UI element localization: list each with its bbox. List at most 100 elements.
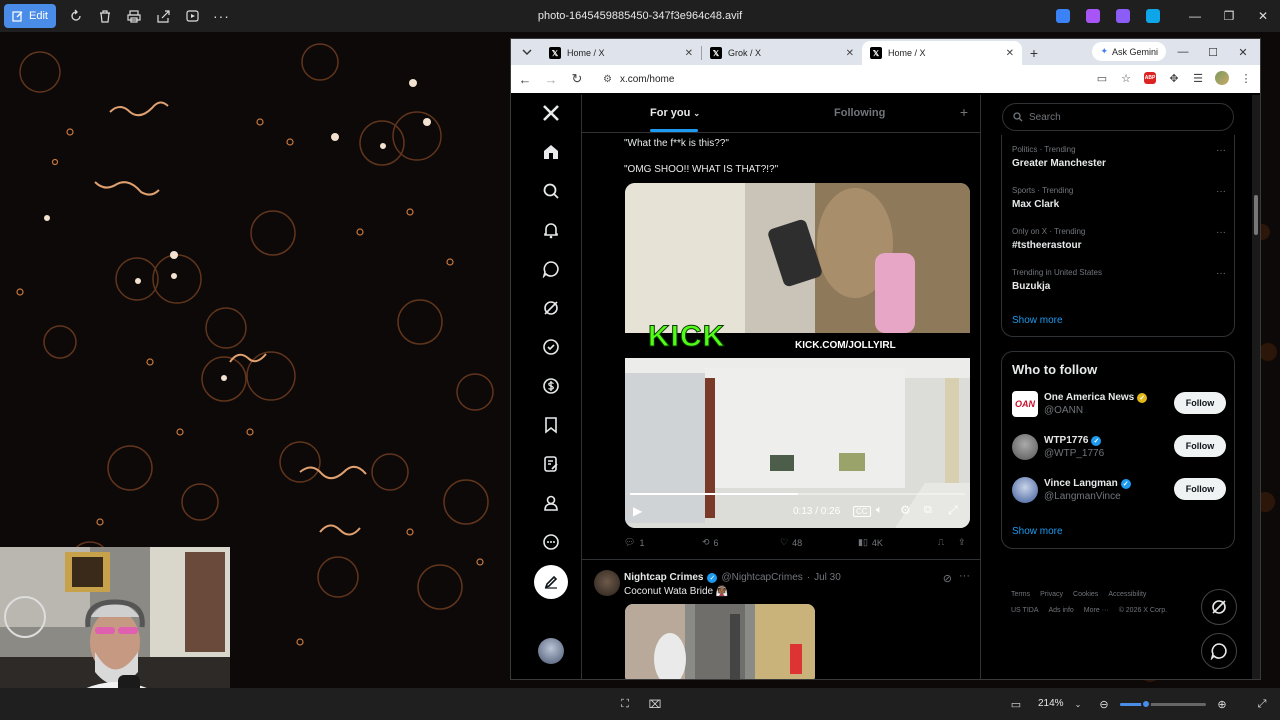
footer-link[interactable]: More ··· — [1084, 607, 1109, 614]
more-icon[interactable]: ··· — [1216, 145, 1226, 156]
nav-notifications[interactable] — [535, 214, 567, 246]
settings-button[interactable]: ⚙ — [900, 503, 911, 517]
scrollbar-thumb[interactable] — [1254, 195, 1258, 235]
address-bar[interactable]: ⚙ x.com/home — [595, 68, 1065, 90]
tab-close-icon[interactable]: ✕ — [685, 48, 693, 59]
nav-profile[interactable] — [535, 487, 567, 519]
trend-item[interactable]: Politics · Trending Greater Manchester ·… — [1012, 145, 1226, 169]
bookmark-button[interactable]: ⎍ — [938, 537, 944, 548]
account-avatar[interactable]: OAN — [1012, 391, 1038, 417]
zoom-level[interactable]: 214% — [1038, 698, 1064, 709]
x-logo-link[interactable] — [535, 97, 567, 129]
browser-close-button[interactable]: ✕ — [1228, 39, 1258, 65]
nav-communities[interactable] — [535, 331, 567, 363]
volume-button[interactable]: 🔈︎ — [876, 504, 883, 517]
fit-to-window-button[interactable]: ⛶ — [617, 696, 633, 712]
zoom-slider[interactable] — [1120, 699, 1206, 709]
minimize-button[interactable]: — — [1178, 0, 1212, 32]
footer-link[interactable]: Privacy — [1040, 591, 1063, 598]
more-icon[interactable]: ··· — [1216, 186, 1226, 197]
play-button[interactable]: ▶ — [633, 504, 642, 518]
tweet-author-avatar[interactable] — [594, 570, 620, 596]
bookmark-star-button[interactable]: ☆ — [1116, 67, 1136, 89]
follow-button[interactable]: Follow — [1174, 478, 1226, 500]
follow-suggestion[interactable]: OAN One America News ✓ @OANN Follow — [1012, 390, 1226, 420]
grok-icon[interactable]: ⊘ — [943, 572, 952, 585]
add-tab-button[interactable]: + — [960, 104, 968, 120]
follow-button[interactable]: Follow — [1174, 392, 1226, 414]
footer-link[interactable]: US TIDA — [1011, 607, 1039, 614]
tweet-image[interactable] — [625, 604, 815, 679]
account-avatar[interactable] — [538, 638, 564, 664]
messages-floating-button[interactable] — [1201, 633, 1237, 669]
cast-button[interactable]: ▭ — [1092, 67, 1112, 89]
footer-link[interactable]: Accessibility — [1108, 591, 1146, 598]
app-tray-icon-3[interactable] — [1116, 9, 1130, 23]
more-icon[interactable]: ··· — [1216, 268, 1226, 279]
tab-for-you[interactable]: For you ⌄ — [650, 107, 700, 119]
follow-button[interactable]: Follow — [1174, 435, 1226, 457]
tweet-video[interactable]: KICK KICK.COM/JOLLYIRL ▶ 0:13 / 0:26 CC … — [625, 183, 970, 528]
like-button[interactable]: ♡ 48 — [780, 537, 802, 548]
rotate-button[interactable] — [62, 4, 91, 28]
close-button[interactable]: ✕ — [1246, 0, 1280, 32]
trend-item[interactable]: Trending in United States Buzukja ··· — [1012, 268, 1226, 292]
browser-maximize-button[interactable]: ☐ — [1198, 39, 1228, 65]
slideshow-button[interactable] — [178, 4, 207, 28]
zoom-in-button[interactable]: ⊕ — [1214, 696, 1230, 712]
profile-button[interactable] — [1212, 67, 1232, 89]
repost-button[interactable]: ⟲ 6 — [702, 537, 719, 548]
zoom-out-button[interactable]: ⊖ — [1096, 696, 1112, 712]
ocr-scan-button[interactable]: ⌧ — [647, 696, 663, 712]
more-options-button[interactable]: ··· — [207, 4, 236, 28]
fullscreen-button[interactable]: ⤢ — [1254, 696, 1270, 712]
zoom-dropdown[interactable]: ⌄ — [1070, 696, 1086, 712]
reload-button[interactable]: ↻ — [565, 67, 589, 91]
share-button[interactable]: ⇪ — [958, 537, 966, 548]
wtf-show-more-link[interactable]: Show more — [1012, 526, 1063, 537]
browser-tab-3[interactable]: 𝕏 Home / X ✕ — [862, 41, 1022, 65]
chrome-menu-button[interactable]: ⋮ — [1236, 67, 1256, 89]
reply-button[interactable]: 💬︎ 1 — [624, 537, 644, 548]
nav-grok[interactable] — [535, 292, 567, 324]
tab-following[interactable]: Following — [834, 107, 885, 119]
account-avatar[interactable] — [1012, 434, 1038, 460]
trend-item[interactable]: Only on X · Trending #tstheerastour ··· — [1012, 227, 1226, 251]
grok-floating-button[interactable] — [1201, 589, 1237, 625]
reading-list-button[interactable]: ☰ — [1188, 67, 1208, 89]
nav-messages[interactable] — [535, 253, 567, 285]
onedrive-icon[interactable] — [1146, 9, 1160, 23]
browser-minimize-button[interactable]: — — [1168, 39, 1198, 65]
pip-button[interactable]: ⧉ — [924, 504, 932, 517]
compose-post-button[interactable] — [534, 565, 568, 599]
edit-button[interactable]: Edit — [4, 4, 56, 28]
fullscreen-button[interactable]: ⤢ — [948, 503, 958, 518]
browser-tab-2[interactable]: 𝕏 Grok / X ✕ — [702, 41, 862, 65]
captions-button[interactable]: CC — [853, 506, 871, 517]
page-scrollbar[interactable] — [1252, 95, 1260, 679]
tab-close-icon[interactable]: ✕ — [1006, 48, 1014, 59]
tweet[interactable]: Nightcap Crimes ✓ @NightcapCrimes · Jul … — [582, 559, 980, 679]
nav-explore[interactable] — [535, 175, 567, 207]
more-icon[interactable]: ··· — [959, 570, 970, 582]
app-tray-icon-1[interactable] — [1056, 9, 1070, 23]
tab-search-button[interactable] — [515, 41, 539, 63]
footer-link[interactable]: Cookies — [1073, 591, 1098, 598]
account-avatar[interactable] — [1012, 477, 1038, 503]
extensions-button[interactable]: ✥ — [1164, 67, 1184, 89]
nav-monetization[interactable] — [535, 370, 567, 402]
share-button[interactable] — [149, 4, 178, 28]
video-progress-track[interactable] — [630, 493, 965, 495]
views-button[interactable]: ▮▯ 4K — [858, 537, 883, 548]
tweet-author-name[interactable]: Nightcap Crimes — [624, 572, 703, 583]
nav-home[interactable] — [535, 136, 567, 168]
follow-suggestion[interactable]: WTP1776 ✓ @WTP_1776 Follow — [1012, 433, 1226, 463]
tab-close-icon[interactable]: ✕ — [846, 48, 854, 59]
browser-tab-1[interactable]: 𝕏 Home / X ✕ — [541, 41, 701, 65]
more-icon[interactable]: ··· — [1216, 227, 1226, 238]
aspect-button[interactable]: ▭ — [1008, 696, 1024, 712]
search-box[interactable]: Search — [1002, 103, 1234, 131]
tweet-author-handle[interactable]: @NightcapCrimes — [721, 572, 802, 583]
zoom-slider-knob[interactable] — [1140, 699, 1151, 709]
trends-show-more-link[interactable]: Show more — [1012, 315, 1063, 326]
